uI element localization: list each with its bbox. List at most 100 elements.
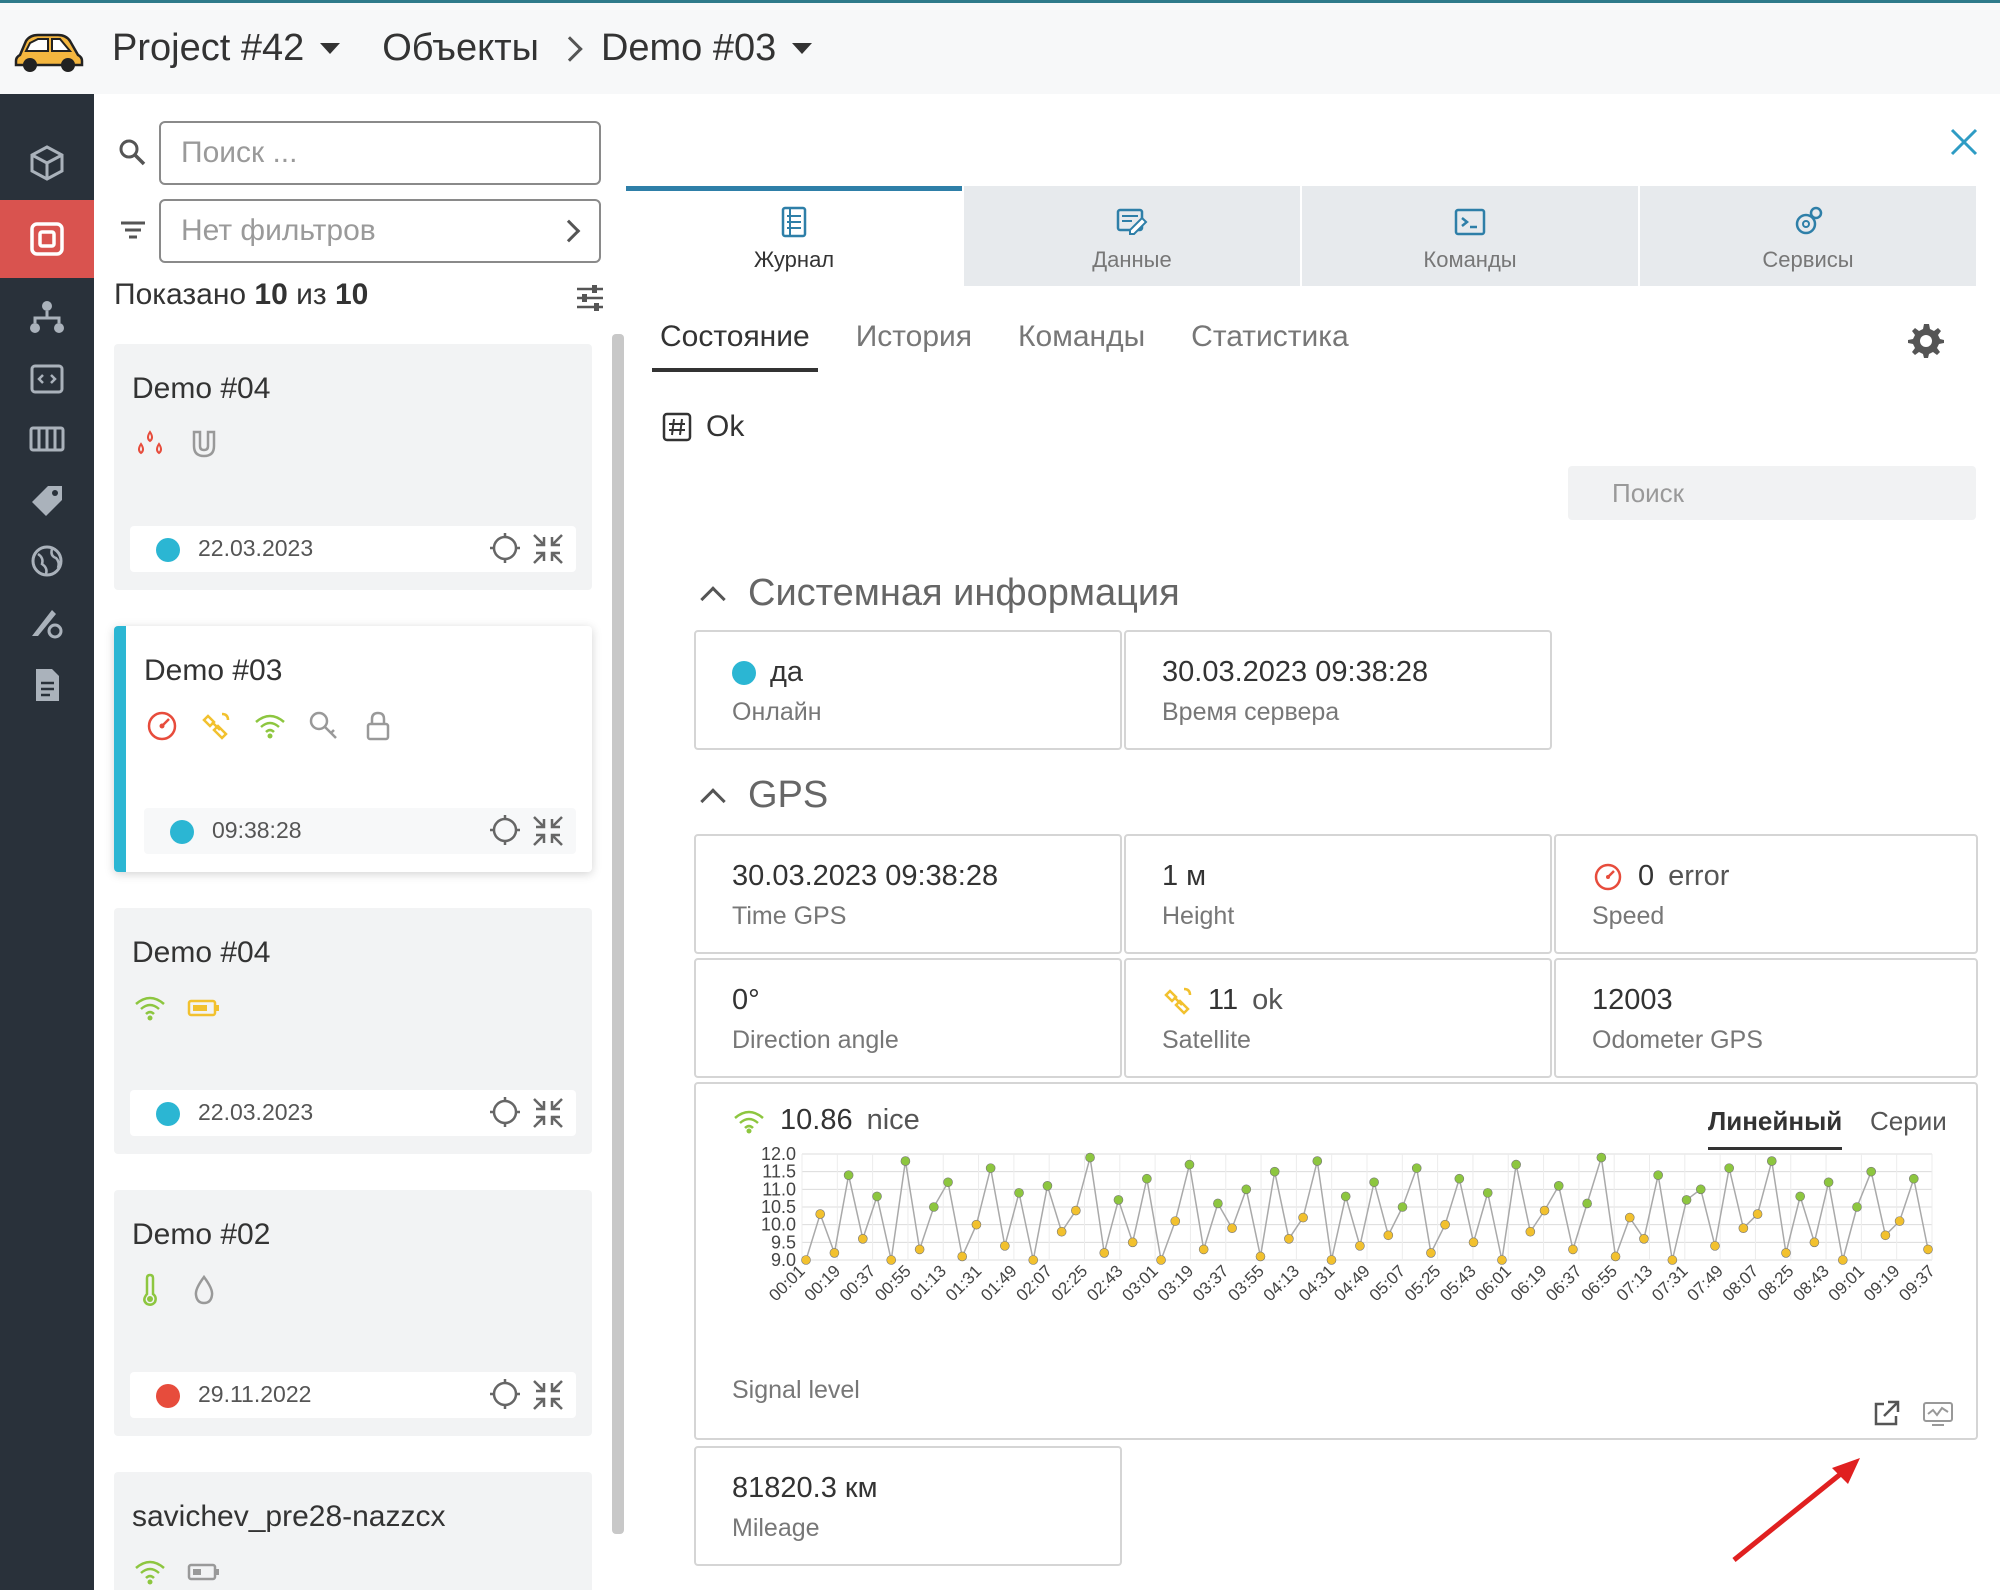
main-tabs: Журнал Данные Команды Сервисы bbox=[626, 186, 1978, 286]
status-text: Ok bbox=[706, 410, 745, 443]
data-point bbox=[1198, 1244, 1209, 1255]
object-card[interactable]: Demo #02 29.11.2022 bbox=[114, 1190, 592, 1436]
locate-icon[interactable] bbox=[488, 813, 522, 847]
left-nav-rail bbox=[0, 94, 94, 1590]
data-point bbox=[1241, 1184, 1252, 1195]
mileage-label: Mileage bbox=[732, 1514, 820, 1542]
collapse-icon[interactable] bbox=[530, 531, 566, 567]
collapse-icon[interactable] bbox=[530, 813, 566, 849]
x-tick-label: 00:55 bbox=[871, 1261, 915, 1305]
data-point bbox=[1525, 1226, 1536, 1237]
object-card-title: Demo #04 bbox=[132, 936, 271, 969]
subtab-history[interactable]: История bbox=[856, 312, 972, 372]
shown-count: 10 bbox=[254, 278, 288, 311]
speedometer-icon bbox=[147, 711, 177, 741]
subtab-statistics[interactable]: Статистика bbox=[1191, 312, 1349, 372]
x-tick-label: 04:13 bbox=[1260, 1261, 1304, 1305]
x-tick-label: 02:07 bbox=[1012, 1261, 1056, 1305]
nav-reports[interactable] bbox=[0, 646, 94, 724]
tab-journal[interactable]: Журнал bbox=[626, 186, 962, 286]
locate-icon[interactable] bbox=[488, 531, 522, 565]
object-card-date: 22.03.2023 bbox=[198, 535, 314, 561]
tab-label: Команды bbox=[1423, 247, 1517, 272]
speedometer-icon bbox=[1594, 863, 1622, 890]
data-point bbox=[1340, 1191, 1351, 1202]
car-logo-icon[interactable] bbox=[12, 25, 86, 73]
search-field[interactable]: Поиск bbox=[1568, 466, 1976, 520]
speed-card: 0 error Speed bbox=[1554, 834, 1978, 954]
chevron-up-icon bbox=[700, 787, 726, 814]
services-icon bbox=[1795, 206, 1823, 235]
online-dot bbox=[732, 660, 756, 685]
close-icon[interactable] bbox=[1946, 124, 1982, 160]
x-tick-label: 07:13 bbox=[1613, 1261, 1657, 1305]
tab-services[interactable]: Сервисы bbox=[1640, 186, 1976, 286]
locate-icon[interactable] bbox=[488, 1377, 522, 1411]
object-card-selected[interactable]: Demo #03 09:38:28 bbox=[114, 626, 592, 872]
height-value: 1 м bbox=[1162, 860, 1207, 892]
data-point bbox=[1809, 1237, 1820, 1248]
direction-card: 0° Direction angle bbox=[694, 958, 1122, 1078]
wifi-icon bbox=[734, 1110, 764, 1133]
data-point bbox=[1298, 1212, 1308, 1223]
filter-input[interactable]: Нет фильтров bbox=[159, 199, 601, 263]
signal-label: Signal level bbox=[732, 1376, 860, 1404]
data-point bbox=[829, 1248, 840, 1258]
tab-commands[interactable]: Команды bbox=[1302, 186, 1638, 286]
object-card[interactable]: Demo #04 22.03.2023 bbox=[114, 344, 592, 590]
cube-icon bbox=[30, 145, 64, 181]
data-point bbox=[1213, 1198, 1223, 1209]
data-point bbox=[1738, 1223, 1749, 1233]
object-card-date: 29.11.2022 bbox=[198, 1381, 312, 1407]
magnet-icon bbox=[192, 430, 216, 458]
search-input[interactable]: Поиск ... bbox=[159, 121, 601, 185]
search-icon bbox=[119, 139, 146, 166]
data-point bbox=[929, 1202, 939, 1212]
data-point bbox=[1056, 1226, 1067, 1237]
server-time-value: 30.03.2023 09:38:28 bbox=[1162, 656, 1429, 688]
data-point bbox=[1284, 1234, 1294, 1244]
filter-icon bbox=[121, 221, 145, 239]
data-point bbox=[1312, 1156, 1323, 1166]
x-tick-label: 08:43 bbox=[1789, 1261, 1833, 1305]
collapse-icon[interactable] bbox=[530, 1095, 566, 1131]
data-point bbox=[1568, 1244, 1578, 1255]
object-card[interactable]: savichev_pre28-nazzcx bbox=[114, 1472, 592, 1590]
wifi-icon bbox=[135, 996, 165, 1021]
chart-view-series[interactable]: Серии bbox=[1870, 1106, 1947, 1137]
list-scrollbar[interactable] bbox=[612, 334, 624, 1534]
section-gps-header[interactable]: GPS bbox=[700, 774, 828, 817]
x-tick-label: 06:19 bbox=[1507, 1261, 1551, 1305]
project-selector[interactable]: Project #42 bbox=[112, 27, 341, 70]
sub-tabs: Состояние История Команды Статистика bbox=[652, 312, 1349, 372]
data-point bbox=[1511, 1159, 1521, 1170]
breadcrumb-objects[interactable]: Объекты bbox=[382, 27, 539, 70]
chevron-right-icon bbox=[557, 35, 583, 62]
subtab-commands[interactable]: Команды bbox=[1018, 312, 1145, 372]
object-card-sensors bbox=[132, 990, 222, 1026]
signal-status: nice bbox=[866, 1104, 920, 1136]
subtab-state[interactable]: Состояние bbox=[652, 312, 818, 372]
object-selector[interactable]: Demo #03 bbox=[601, 27, 813, 70]
speed-status: error bbox=[1668, 860, 1730, 892]
shown-prefix: Показано bbox=[114, 278, 247, 311]
locate-icon[interactable] bbox=[488, 1095, 522, 1129]
data-point bbox=[1837, 1255, 1848, 1265]
data-point bbox=[1113, 1195, 1124, 1205]
tab-label: Данные bbox=[1092, 247, 1172, 272]
external-link-icon[interactable] bbox=[1870, 1398, 1902, 1430]
section-system-header[interactable]: Системная информация bbox=[700, 572, 1180, 615]
monitor-chart-icon[interactable] bbox=[1922, 1400, 1954, 1428]
nav-objects[interactable] bbox=[0, 200, 94, 278]
nav-cube[interactable] bbox=[0, 124, 94, 202]
tab-data[interactable]: Данные bbox=[964, 186, 1300, 286]
list-settings-icon[interactable] bbox=[574, 282, 606, 314]
project-name: Project #42 bbox=[112, 27, 305, 69]
gear-icon[interactable] bbox=[1906, 320, 1946, 360]
server-time-card: 30.03.2023 09:38:28 Время сервера bbox=[1124, 630, 1552, 750]
collapse-icon[interactable] bbox=[530, 1377, 566, 1413]
terminal-icon bbox=[1454, 208, 1486, 236]
x-tick-label: 01:13 bbox=[907, 1261, 951, 1305]
data-point bbox=[1071, 1205, 1081, 1216]
object-card[interactable]: Demo #04 22.03.2023 bbox=[114, 908, 592, 1154]
